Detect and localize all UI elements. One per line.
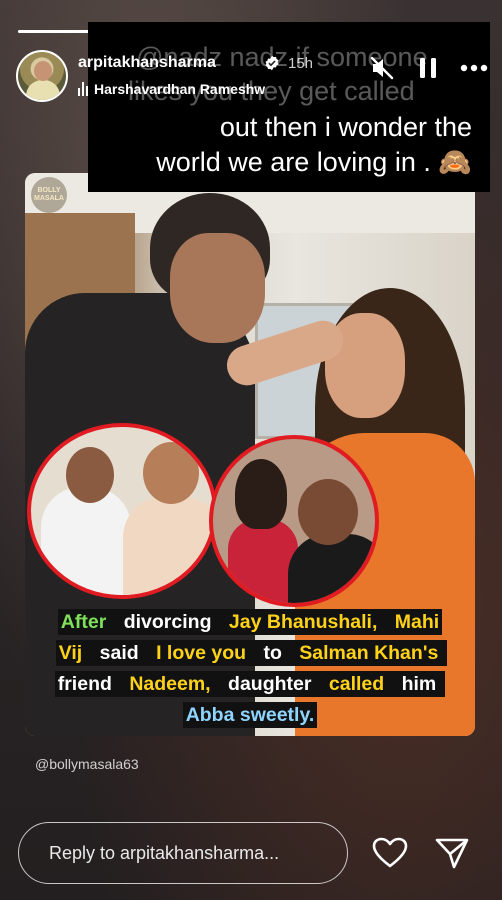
speaker-muted-icon [370, 56, 394, 80]
overlay-text-line-1: out then i wonder the [219, 112, 472, 142]
reply-input[interactable]: Reply to arpitakhansharma... [18, 822, 348, 884]
more-options-button[interactable] [460, 54, 488, 82]
music-label: Harshavardhan Rameshw [94, 81, 266, 97]
story-controls [368, 54, 488, 82]
story-username[interactable]: arpitakhansharma [78, 54, 216, 72]
see-no-evil-emoji: 🙈 [438, 147, 472, 177]
overlay-text-line-2: world we are loving in . 🙈 [156, 147, 472, 177]
inset-photo-left [27, 423, 217, 599]
inset-photo-right [209, 435, 379, 607]
verified-badge-icon [265, 55, 279, 71]
mention-sticker[interactable]: @bollymasala63 [35, 756, 139, 772]
pause-icon [420, 58, 436, 78]
send-icon[interactable] [434, 836, 470, 870]
more-horizontal-icon [460, 64, 488, 72]
pause-button[interactable] [414, 54, 442, 82]
heart-icon[interactable] [372, 837, 408, 869]
avatar[interactable] [16, 50, 68, 102]
post-caption: After divorcing Jay Bhanushali, Mahi Vij… [47, 607, 453, 731]
music-bars-icon [78, 82, 88, 96]
mute-button[interactable] [368, 54, 396, 82]
bollymasala-logo: BOLLY MASALA [31, 177, 67, 213]
story-post-image[interactable]: BOLLY MASALA After divorcing Jay Bhanush… [25, 173, 475, 736]
story-timestamp: 15h [288, 55, 314, 72]
music-attribution[interactable]: Harshavardhan Rameshw [78, 81, 265, 97]
